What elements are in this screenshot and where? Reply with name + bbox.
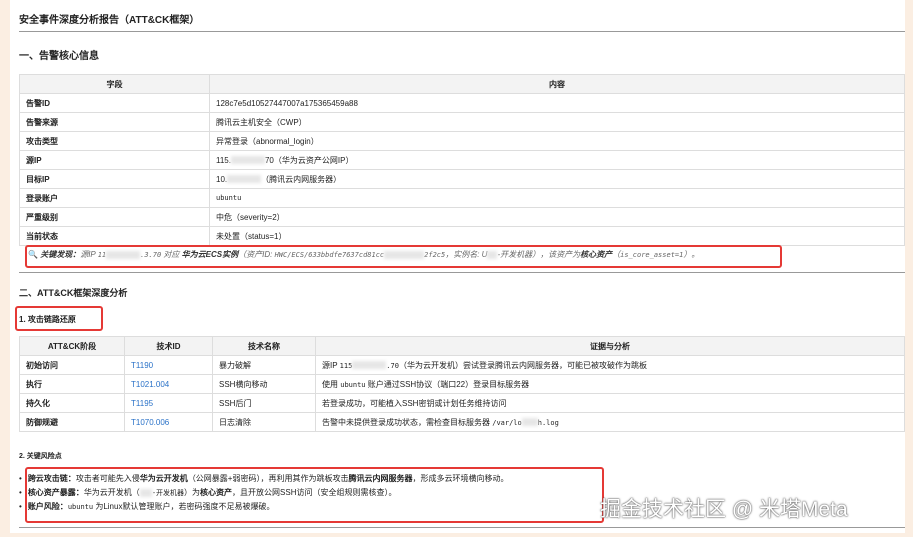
divider [19, 527, 905, 528]
table-row: 源IP 115. 70（华为云资产公网IP） [19, 150, 905, 170]
redacted [521, 418, 538, 427]
report-title: 安全事件深度分析报告（ATT&CK框架） [19, 15, 200, 26]
redacted [352, 361, 387, 370]
technique-link[interactable]: T1021.004 [124, 374, 213, 394]
table-row: 持久化 T1195 SSH后门 若登录成功，可能植入SSH密钥或计划任务维持访问 [19, 393, 905, 413]
table-row: 当前状态 未处置（status=1） [19, 226, 905, 246]
table-row: 执行 T1021.004 SSH横向移动 使用 ubuntu 账户通过SSH协议（端口… [19, 374, 905, 394]
redacted [227, 175, 262, 184]
table-row: 目标IP 10. （腾讯云内网服务器） [19, 169, 905, 189]
redacted [230, 156, 265, 165]
attck-table: ATT&CK阶段 技术ID 技术名称 证据与分析 初始访问 T1190 暴力破解 源IP 1… [19, 336, 905, 432]
section1-heading: 一、告警核心信息 [19, 51, 99, 62]
col-header: 字段 [19, 74, 210, 94]
table-row: 告警来源 腾讯云主机安全（CWP） [19, 112, 905, 132]
highlight-box [25, 245, 782, 268]
divider [19, 31, 905, 32]
technique-link[interactable]: T1070.006 [124, 412, 213, 432]
highlight-box [25, 467, 604, 523]
col-header: 内容 [209, 74, 905, 94]
watermark: 掘金技术社区 @ 米塔Meta [600, 498, 848, 521]
risk-heading: 2. 关键风险点 [19, 453, 62, 460]
divider [19, 272, 905, 273]
table-row: 登录账户 ubuntu [19, 188, 905, 208]
section2-heading: 二、ATT&CK框架深度分析 [19, 288, 128, 298]
table-row: 严重级别 中危（severity=2） [19, 207, 905, 227]
highlight-box [15, 306, 103, 331]
table-row: 告警ID 128c7e5d10527447007a175365459a88 [19, 93, 905, 113]
table-row: 攻击类型 异常登录（abnormal_login） [19, 131, 905, 151]
table-row: 初始访问 T1190 暴力破解 源IP 115.70（华为云开发机）尝试登录腾讯云内网… [19, 355, 905, 375]
alert-info-table: 字段 内容 告警ID 128c7e5d10527447007a175365459a8… [19, 74, 905, 246]
table-row: 防御规避 T1070.006 日志清除 告警中未提供登录成功状态，需检查目标服务器 /… [19, 412, 905, 432]
technique-link[interactable]: T1195 [124, 393, 213, 413]
technique-link[interactable]: T1190 [124, 355, 213, 375]
